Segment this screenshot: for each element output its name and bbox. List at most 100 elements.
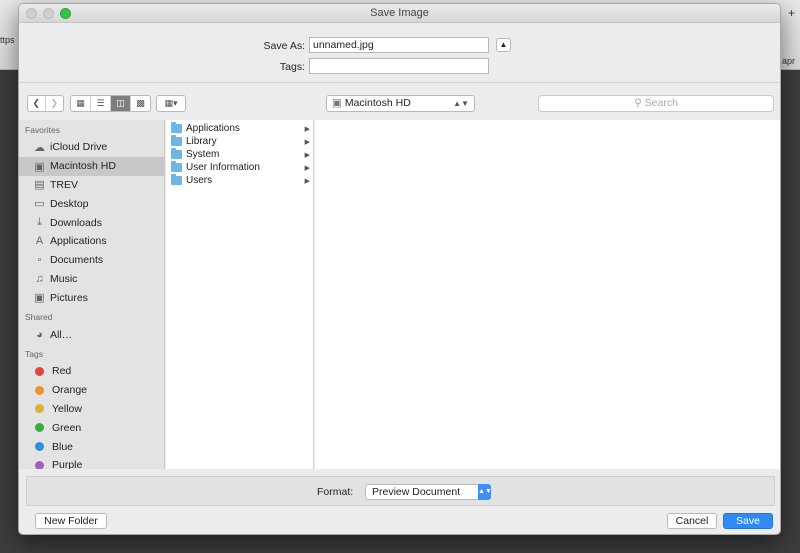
sidebar-item-label: Green: [52, 421, 82, 434]
arrange-icon: ▦▾: [164, 98, 178, 108]
documents-icon: ▫: [37, 254, 42, 267]
tag-color-dot: [35, 442, 44, 452]
tag-color-dot: [35, 404, 44, 414]
updown-icon: ▲▼: [478, 484, 492, 500]
list-item[interactable]: System ▶: [166, 148, 313, 161]
users-folder-icon: [171, 174, 182, 185]
disclosure-arrow-icon: ▶: [304, 125, 310, 133]
sidebar-tag-purple[interactable]: Purple: [19, 456, 164, 469]
background-new-tab-button[interactable]: +: [788, 6, 795, 20]
disclosure-arrow-icon: ▶: [304, 151, 310, 159]
sidebar-item-label: Yellow: [52, 402, 82, 415]
disclosure-arrow-icon: ▶: [304, 177, 310, 185]
updown-icon: ▲▼: [453, 99, 469, 108]
list-item-label: System: [186, 149, 220, 160]
format-select[interactable]: Preview Document ▲▼: [365, 484, 492, 500]
sidebar-tag-yellow[interactable]: Yellow: [19, 400, 164, 419]
background-url-fragment: ttps: [0, 35, 15, 45]
forward-button[interactable]: ❯: [46, 96, 63, 111]
list-item[interactable]: Users ▶: [166, 174, 313, 187]
list-item[interactable]: Library ▶: [166, 135, 313, 148]
zoom-button[interactable]: [60, 8, 71, 19]
disclosure-arrow-icon: ▶: [304, 138, 310, 146]
format-label: Format:: [317, 486, 354, 498]
search-icon: ⚲: [634, 97, 642, 109]
list-item-label: Applications: [186, 123, 240, 134]
sidebar-item-macintosh-hd[interactable]: ▣ Macintosh HD: [19, 156, 164, 176]
sidebar-item-music[interactable]: ♫ Music: [19, 270, 164, 289]
columns-icon: ◫: [116, 98, 125, 108]
sidebar-item-label: Desktop: [50, 197, 89, 210]
sidebar-tag-blue[interactable]: Blue: [19, 437, 164, 456]
applications-folder-icon: [171, 122, 182, 133]
tag-color-dot: [35, 366, 44, 376]
cloud-icon: ☁: [34, 141, 45, 154]
close-button[interactable]: [26, 8, 37, 19]
camera-icon: ▣: [34, 292, 45, 305]
icon-grid-icon: ▦: [76, 98, 85, 108]
user-information-folder-icon: [171, 161, 182, 172]
sidebar-item-label: Orange: [52, 384, 88, 397]
sidebar-item-documents[interactable]: ▫ Documents: [19, 251, 164, 270]
applications-icon: A: [35, 235, 44, 248]
save-button[interactable]: Save: [723, 513, 773, 529]
nav-buttons: ❮ ❯: [27, 95, 64, 112]
list-icon: ☰: [96, 98, 105, 108]
sidebar-item-applications[interactable]: A Applications: [19, 232, 164, 251]
browser-column-1: Applications ▶ Library ▶ System ▶ User I…: [166, 120, 314, 469]
sidebar: Favorites ☁ iCloud Drive ▣ Macintosh HD ▤ T…: [19, 120, 165, 469]
folder-icon: ▤: [34, 179, 45, 192]
back-button[interactable]: ❮: [28, 96, 46, 111]
arrange-button[interactable]: ▦▾: [156, 95, 186, 112]
sidebar-item-pictures[interactable]: ▣ Pictures: [19, 288, 164, 307]
hard-drive-icon: ▣: [34, 160, 45, 173]
minimize-button[interactable]: [43, 8, 54, 19]
sidebar-item-label: iCloud Drive: [50, 141, 108, 154]
icon-view-button[interactable]: ▦: [71, 96, 91, 111]
sidebar-tag-green[interactable]: Green: [19, 418, 164, 437]
dialog-title: Save Image: [370, 7, 429, 19]
cover-flow-button[interactable]: ▩: [131, 96, 150, 111]
expand-dialog-button[interactable]: ▲: [496, 38, 511, 52]
sidebar-item-label: Blue: [52, 440, 74, 453]
list-item[interactable]: User Information ▶: [166, 161, 313, 174]
favorites-header: Favorites: [25, 125, 60, 135]
chevron-left-icon: ❮: [32, 98, 41, 108]
cancel-button[interactable]: Cancel: [667, 513, 717, 529]
format-panel: Format: Preview Document ▲▼: [26, 476, 775, 506]
format-value: Preview Document: [372, 486, 461, 498]
sidebar-tag-red[interactable]: Red: [19, 362, 164, 381]
tag-color-dot: [35, 385, 44, 395]
list-view-button[interactable]: ☰: [91, 96, 111, 111]
sidebar-item-label: Purple: [52, 459, 83, 469]
chevron-up-icon: ▲: [499, 40, 508, 49]
tags-field[interactable]: [309, 58, 489, 74]
sidebar-item-label: Documents: [50, 254, 104, 267]
location-popup[interactable]: ▣ Macintosh HD ▲▼: [326, 95, 475, 112]
list-item-label: Library: [186, 136, 217, 147]
new-folder-button[interactable]: New Folder: [35, 513, 107, 529]
tag-color-dot: [35, 423, 44, 433]
sidebar-item-icloud-drive[interactable]: ☁ iCloud Drive: [19, 138, 164, 157]
sidebar-item-label: Downloads: [50, 216, 102, 229]
save-header: Save As: unnamed.jpg ▲ Tags:: [19, 24, 780, 82]
view-mode-buttons: ▦ ☰ ◫ ▩: [70, 95, 151, 112]
save-as-field[interactable]: unnamed.jpg: [309, 37, 489, 53]
search-field[interactable]: ⚲ Search: [538, 95, 774, 112]
title-bar: Save Image: [19, 4, 780, 23]
list-item[interactable]: Applications ▶: [166, 122, 313, 135]
tags-label: Tags:: [279, 61, 305, 73]
sidebar-tag-orange[interactable]: Orange: [19, 381, 164, 400]
sidebar-item-label: Red: [52, 365, 72, 378]
column-view-button[interactable]: ◫: [111, 96, 131, 111]
sidebar-item-desktop[interactable]: ▭ Desktop: [19, 194, 164, 213]
downloads-icon: ⤓: [37, 216, 42, 229]
hard-drive-icon: ▣: [332, 97, 342, 109]
sidebar-item-all[interactable]: ◕ All…: [19, 325, 164, 344]
sidebar-item-trev[interactable]: ▤ TREV: [19, 176, 164, 195]
sidebar-item-label: Music: [50, 272, 78, 285]
shared-header: Shared: [25, 312, 53, 323]
sidebar-item-label: All…: [50, 328, 73, 341]
sidebar-item-downloads[interactable]: ⤓ Downloads: [19, 213, 164, 232]
location-label: Macintosh HD: [344, 97, 411, 109]
